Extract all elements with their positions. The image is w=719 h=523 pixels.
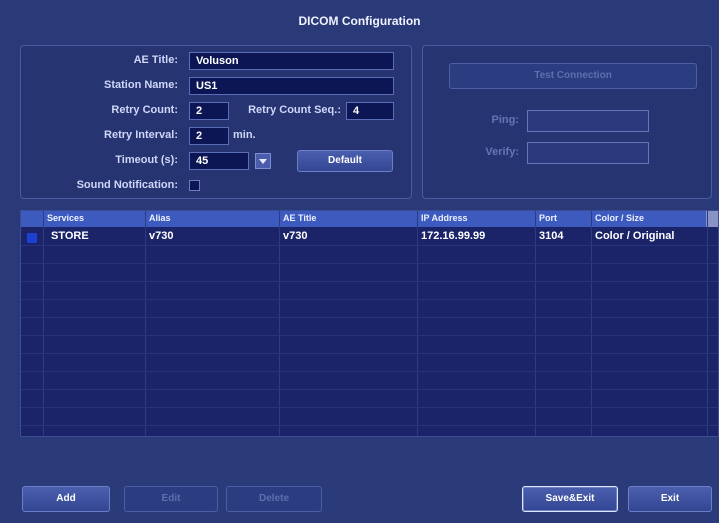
sound-notification-checkbox[interactable] [189, 180, 200, 191]
cell-color-size: Color / Original [595, 230, 675, 242]
retry-interval-field[interactable]: 2 [189, 127, 229, 145]
header-services[interactable]: Services [47, 213, 84, 223]
cell-ip-address: 172.16.99.99 [421, 230, 486, 242]
row-divider [21, 263, 718, 264]
row-divider [21, 425, 718, 426]
header-port[interactable]: Port [539, 213, 557, 223]
ae-title-label: AE Title: [133, 54, 178, 66]
header-color-size[interactable]: Color / Size [595, 213, 644, 223]
retry-interval-label: Retry Interval: [104, 129, 178, 141]
default-button[interactable]: Default [297, 150, 393, 172]
edit-button[interactable]: Edit [124, 486, 218, 512]
retry-count-seq-field[interactable]: 4 [346, 102, 394, 120]
row-checkbox[interactable] [27, 233, 37, 243]
row-divider [21, 299, 718, 300]
cell-ae-title: v730 [283, 230, 308, 242]
row-divider [21, 335, 718, 336]
station-name-field[interactable]: US1 [189, 77, 394, 95]
header-alias[interactable]: Alias [149, 213, 171, 223]
save-exit-button[interactable]: Save&Exit [522, 486, 618, 512]
exit-button[interactable]: Exit [628, 486, 712, 512]
sound-notification-label: Sound Notification: [76, 179, 178, 191]
row-divider [21, 245, 718, 246]
test-panel: Test Connection Ping: Verify: [422, 45, 712, 199]
cell-service: STORE [51, 230, 89, 242]
row-divider [21, 371, 718, 372]
ping-label: Ping: [491, 114, 520, 126]
row-divider [21, 389, 718, 390]
verify-field [527, 142, 649, 164]
delete-button[interactable]: Delete [226, 486, 322, 512]
timeout-label: Timeout (s): [115, 154, 178, 166]
add-button[interactable]: Add [22, 486, 110, 512]
retry-count-seq-label: Retry Count Seq.: [248, 104, 341, 116]
chevron-down-icon[interactable] [255, 153, 271, 169]
connections-table: Services Alias AE Title IP Address Port … [20, 210, 719, 437]
station-name-label: Station Name: [104, 79, 178, 91]
ae-title-field[interactable]: Voluson [189, 52, 394, 70]
row-divider [21, 281, 718, 282]
row-divider [21, 407, 718, 408]
cell-alias: v730 [149, 230, 174, 242]
table-header: Services Alias AE Title IP Address Port … [21, 211, 718, 227]
test-connection-button[interactable]: Test Connection [449, 63, 697, 89]
timeout-select[interactable]: 45 [189, 152, 249, 170]
retry-count-field[interactable]: 2 [189, 102, 229, 120]
row-divider [21, 353, 718, 354]
window-title: DICOM Configuration [298, 14, 421, 28]
retry-count-label: Retry Count: [111, 104, 178, 116]
header-ae-title[interactable]: AE Title [283, 213, 316, 223]
retry-interval-unit: min. [233, 129, 256, 141]
header-ip-address[interactable]: IP Address [421, 213, 468, 223]
ping-field [527, 110, 649, 132]
verify-label: Verify: [485, 146, 519, 158]
row-divider [21, 317, 718, 318]
config-panel: AE Title: Voluson Station Name: US1 Retr… [20, 45, 412, 199]
cell-port: 3104 [539, 230, 564, 242]
